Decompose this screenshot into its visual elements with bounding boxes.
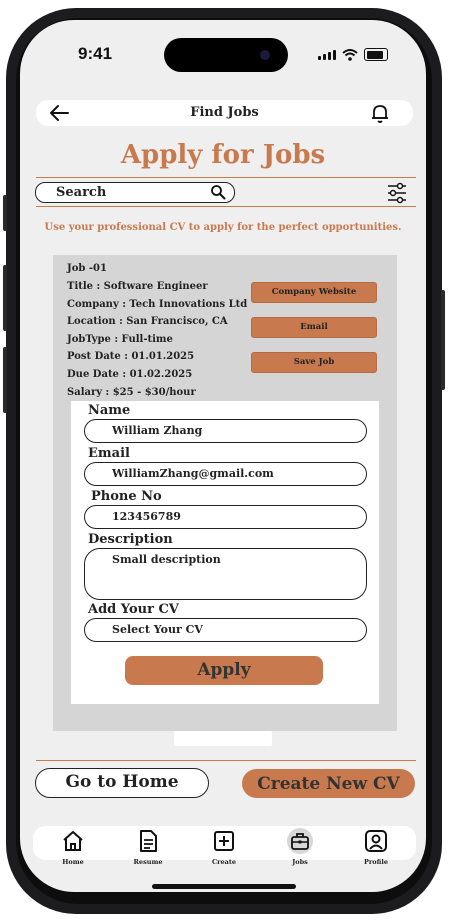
document-icon [140,830,157,852]
description-label: Description [88,532,173,547]
plus-square-icon [214,831,234,851]
job-post-date: Post Date : 01.01.2025 [67,351,195,362]
power-button [441,290,445,390]
bottom-nav: Home Resume Create Jobs Profile [33,826,416,866]
search-bar[interactable]: Search [35,182,235,203]
job-due-date: Due Date : 01.02.2025 [67,369,193,380]
company-website-button[interactable]: Company Website [251,282,377,303]
nav-label-profile: Profile [364,858,388,866]
description-field[interactable]: Small description [84,548,367,600]
divider [36,206,416,207]
job-type: JobType : Full-time [67,334,173,345]
name-label: Name [88,403,131,418]
search-icon[interactable] [210,184,226,200]
nav-label-jobs: Jobs [292,858,308,866]
tagline: Use your professional CV to apply for th… [44,222,402,233]
briefcase-icon [287,828,313,854]
camera-icon [260,50,270,60]
apply-button[interactable]: Apply [125,656,323,685]
battery-icon [364,48,388,61]
go-home-button[interactable]: Go to Home [35,768,209,798]
nav-label-create: Create [211,858,237,866]
nav-item-home[interactable]: Home [48,828,98,866]
user-icon [365,830,387,852]
home-indicator[interactable] [152,884,296,889]
divider [36,760,416,761]
mute-switch [3,195,7,231]
signal-icon [318,49,336,60]
nav-item-resume[interactable]: Resume [123,828,173,866]
name-value: William Zhang [112,424,203,437]
cv-value: Select Your CV [112,623,203,636]
job-title: Title : Software Engineer [67,281,208,292]
header-title: Find Jobs [190,105,259,120]
save-job-button[interactable]: Save Job [251,352,377,373]
page-heading: Apply for Jobs [120,140,326,170]
email-label: Email [88,446,130,461]
application-form: Name William Zhang Email WilliamZhang@gm… [71,401,379,704]
job-location: Location : San Francisco, CA [67,316,228,327]
filter-icon[interactable] [386,182,408,204]
wifi-icon [342,48,358,61]
phone-field[interactable]: 123456789 [84,505,367,529]
nav-item-jobs[interactable]: Jobs [275,828,325,866]
job-salary: Salary : $25 - $30/hour [67,387,196,398]
volume-down-button [3,347,7,413]
home-icon [63,831,83,851]
cv-select[interactable]: Select Your CV [84,618,367,642]
job-company: Company : Tech Innovations Ltd [67,299,248,310]
phone-value: 123456789 [112,510,181,523]
job-card: Job -01 Title : Software Engineer Compan… [53,255,397,731]
top-bar: Find Jobs [36,100,413,126]
nav-label-resume: Resume [133,858,163,866]
scroll-indicator [174,731,272,746]
email-value: WilliamZhang@gmail.com [112,467,274,480]
bell-icon[interactable] [369,102,391,124]
nav-label-home: Home [62,858,84,866]
phone-label: Phone No [91,489,162,504]
email-button[interactable]: Email [251,317,377,338]
email-field[interactable]: WilliamZhang@gmail.com [84,462,367,486]
nav-item-profile[interactable]: Profile [351,828,401,866]
volume-up-button [3,265,7,331]
description-value: Small description [112,553,221,566]
divider [36,177,416,178]
status-icons [318,48,388,61]
cv-label: Add Your CV [88,602,179,617]
search-label: Search [56,185,107,200]
app-screen: 9:41 Find Jobs Apply for Jobs Search Use… [20,20,426,892]
dynamic-island [164,38,288,72]
status-time: 9:41 [78,44,113,63]
create-cv-button[interactable]: Create New CV [242,769,415,798]
name-field[interactable]: William Zhang [84,419,367,443]
job-id: Job -01 [67,263,107,274]
nav-item-create[interactable]: Create [199,828,249,866]
